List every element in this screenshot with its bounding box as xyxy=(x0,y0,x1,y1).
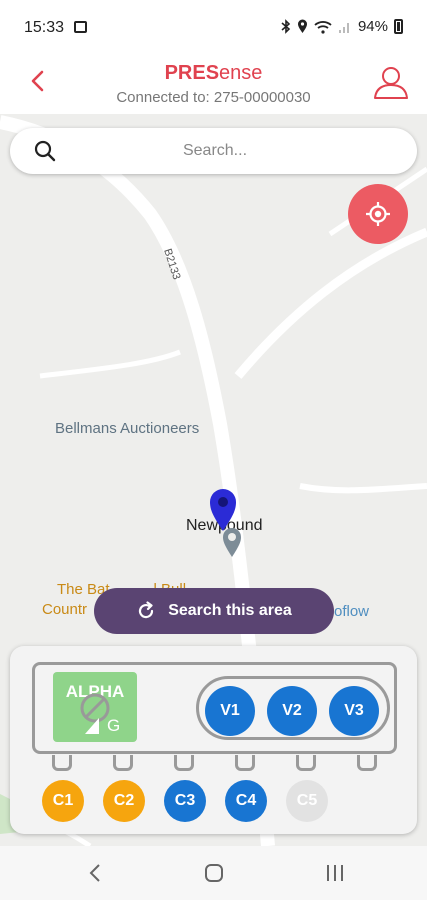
search-this-area-label: Search this area xyxy=(168,602,292,619)
current-channel-c1[interactable]: C1 xyxy=(42,780,84,822)
system-nav-bar xyxy=(0,846,427,900)
nav-recents-icon xyxy=(327,865,343,881)
current-channel-c2[interactable]: C2 xyxy=(103,780,145,822)
battery-percent: 94% xyxy=(357,18,388,35)
refresh-icon xyxy=(139,601,154,619)
current-channel-c5[interactable]: C5 xyxy=(286,780,328,822)
signal-icon xyxy=(338,22,349,33)
voltage-channel-v2[interactable]: V2 xyxy=(267,686,317,736)
app-title-bold: PRES xyxy=(164,62,220,84)
network-type: G xyxy=(107,716,121,735)
poi-label-bull-line2[interactable]: Countr xyxy=(42,601,87,618)
bluetooth-icon xyxy=(281,19,291,34)
device-status-tile[interactable]: ALPHA G xyxy=(53,672,137,742)
location-icon xyxy=(297,19,307,33)
app-title-light: ense xyxy=(219,62,263,84)
user-profile-button[interactable] xyxy=(371,62,411,102)
status-time: 15:33 xyxy=(24,19,65,36)
device-foot xyxy=(357,755,377,771)
user-icon xyxy=(374,67,408,99)
voltage-channel-v3[interactable]: V3 xyxy=(329,686,379,736)
app-title: PRESense xyxy=(0,62,427,85)
battery-icon xyxy=(394,19,403,34)
status-bar: 15:33 94% xyxy=(0,0,427,52)
nav-recents-button[interactable] xyxy=(324,862,346,884)
nav-back-icon xyxy=(89,864,100,882)
status-right-icons: 94% xyxy=(281,18,403,35)
signal-strength-icon xyxy=(85,718,99,734)
app-header: PRESense Connected to: 275-00000030 xyxy=(0,52,427,114)
current-channel-c4[interactable]: C4 xyxy=(225,780,267,822)
device-foot xyxy=(296,755,316,771)
device-foot xyxy=(52,755,72,771)
locate-me-button[interactable] xyxy=(348,184,408,244)
nav-home-button[interactable] xyxy=(203,862,225,884)
map-pin-icon xyxy=(210,489,236,531)
poi-label-bellmans[interactable]: Bellmans Auctioneers xyxy=(55,420,199,437)
search-this-area-button[interactable]: Search this area xyxy=(94,588,334,634)
current-location-marker[interactable] xyxy=(208,488,238,537)
poi-label-flow[interactable]: oflow xyxy=(334,603,369,620)
search-bar[interactable] xyxy=(10,128,417,174)
voltage-channel-v1[interactable]: V1 xyxy=(205,686,255,736)
nav-home-icon xyxy=(205,864,223,882)
device-foot xyxy=(113,755,133,771)
nav-back-button[interactable] xyxy=(84,862,106,884)
current-channel-c3[interactable]: C3 xyxy=(164,780,206,822)
connection-status: Connected to: 275-00000030 xyxy=(116,89,311,106)
device-panel: ALPHA G V1 V2 V3 C1 C2 C3 C4 C5 xyxy=(10,646,417,834)
device-foot xyxy=(174,755,194,771)
device-foot xyxy=(235,755,255,771)
image-notification-icon xyxy=(74,21,87,33)
search-icon[interactable] xyxy=(34,140,56,162)
wifi-icon xyxy=(314,20,332,34)
search-input[interactable] xyxy=(70,128,360,174)
locate-icon xyxy=(366,202,390,226)
